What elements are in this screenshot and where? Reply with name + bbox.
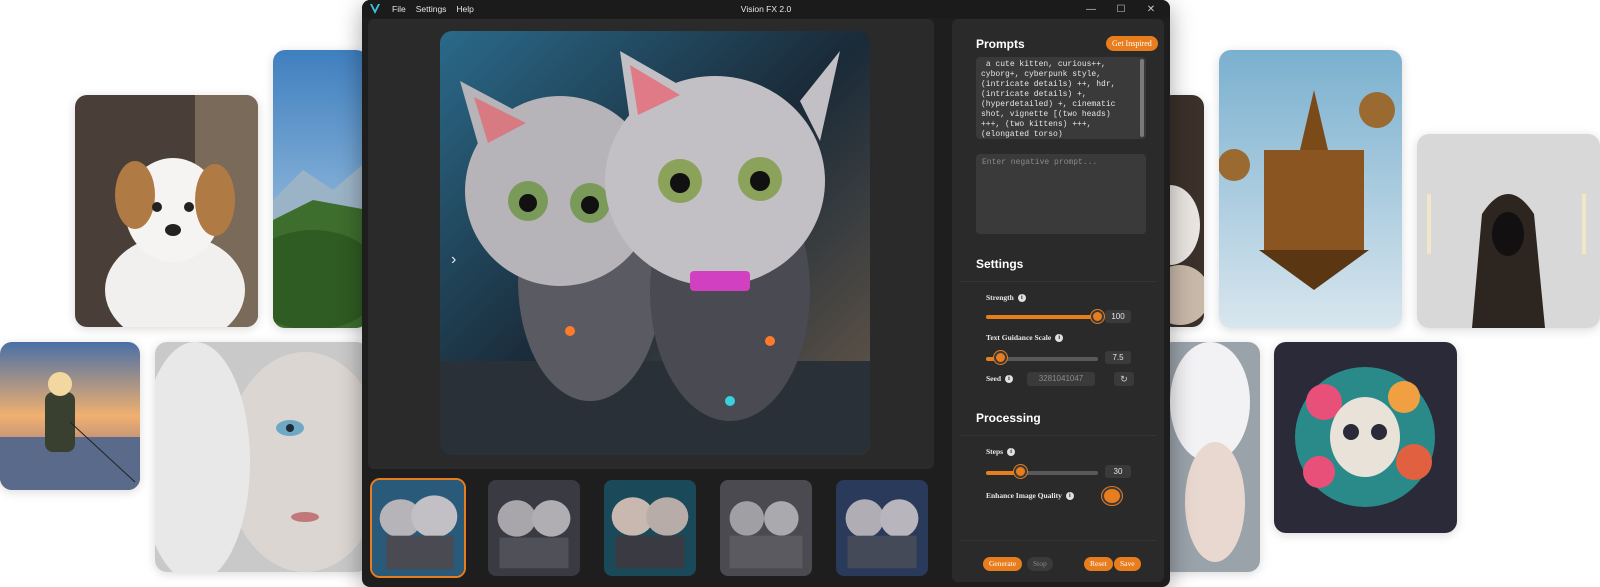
anime-white-hair-image	[1160, 342, 1260, 572]
generated-image	[440, 31, 870, 455]
generate-button[interactable]: Generate	[983, 557, 1023, 571]
get-inspired-button[interactable]: Get Inspired	[1106, 36, 1158, 51]
strength-value[interactable]: 100	[1105, 310, 1131, 323]
info-icon[interactable]: i	[1005, 374, 1013, 383]
settings-heading: Settings	[976, 257, 1024, 271]
window-title: Vision FX 2.0	[740, 4, 792, 14]
minimize-icon[interactable]: —	[1076, 4, 1106, 15]
guidance-label: Text Guidance Scale i	[986, 333, 1064, 342]
menu-help[interactable]: Help	[456, 4, 473, 14]
guidance-label-text: Text Guidance Scale	[986, 333, 1052, 342]
divider	[960, 281, 1156, 282]
close-icon[interactable]: ✕	[1136, 4, 1166, 15]
guidance-value[interactable]: 7.5	[1105, 351, 1131, 364]
app-window: File Settings Help Vision FX 2.0 — ☐ ✕ ›…	[362, 0, 1170, 587]
steps-value[interactable]: 30	[1105, 465, 1131, 478]
maximize-icon[interactable]: ☐	[1106, 4, 1136, 15]
app-logo-icon	[370, 4, 380, 14]
steps-slider-handle[interactable]	[1014, 465, 1027, 478]
thumbnail-strip	[370, 478, 932, 580]
portrait-woman-image	[155, 342, 368, 572]
info-icon[interactable]: i	[1017, 293, 1026, 302]
strength-slider[interactable]	[986, 315, 1098, 319]
puppy-image	[75, 95, 258, 327]
guidance-slider-handle[interactable]	[994, 351, 1007, 364]
refresh-seed-icon[interactable]: ↻	[1114, 372, 1134, 386]
info-icon[interactable]: i	[1055, 333, 1064, 342]
window-controls: — ☐ ✕	[1076, 0, 1166, 18]
steps-label: Steps i	[986, 447, 1016, 456]
thumbnail-3[interactable]	[602, 478, 698, 578]
enhance-toggle[interactable]	[1102, 487, 1122, 505]
floral-skull-image	[1274, 342, 1457, 533]
prompt-scrollbar[interactable]	[1140, 59, 1144, 137]
strength-label: Strength i	[986, 293, 1026, 302]
save-button[interactable]: Save	[1114, 557, 1141, 571]
settings-panel: Prompts Get Inspired a cute kitten, curi…	[952, 19, 1164, 582]
thumbnail-4[interactable]	[718, 478, 814, 578]
menu-file[interactable]: File	[392, 4, 406, 14]
menu-settings[interactable]: Settings	[416, 4, 447, 14]
enhance-label: Enhance Image Quality i	[986, 491, 1074, 500]
negative-prompt-input[interactable]: Enter negative prompt...	[976, 154, 1146, 234]
seed-label-text: Seed	[986, 374, 1001, 383]
processing-heading: Processing	[976, 411, 1041, 425]
seed-label: Seed i	[986, 374, 1013, 383]
reset-button[interactable]: Reset	[1084, 557, 1113, 571]
stop-button[interactable]: Stop	[1027, 557, 1053, 571]
hooded-figure-image	[1417, 134, 1600, 328]
divider	[960, 540, 1156, 541]
title-bar: File Settings Help Vision FX 2.0 — ☐ ✕	[362, 0, 1170, 18]
mountain-image	[273, 50, 368, 328]
preview-panel: ›	[368, 19, 934, 469]
strength-fill	[986, 315, 1098, 319]
fantasy-castle-image	[1219, 50, 1402, 328]
showcase-stage: File Settings Help Vision FX 2.0 — ☐ ✕ ›…	[0, 0, 1600, 587]
steps-label-text: Steps	[986, 447, 1004, 456]
prompts-heading: Prompts	[976, 37, 1025, 51]
prompt-input[interactable]: a cute kitten, curious++, cyborg+, cyber…	[976, 57, 1146, 139]
seed-input[interactable]: 3281041047	[1027, 372, 1095, 386]
info-icon[interactable]: i	[1007, 447, 1016, 456]
enhance-label-text: Enhance Image Quality	[986, 491, 1062, 500]
strength-label-text: Strength	[986, 293, 1014, 302]
thumbnail-1[interactable]	[370, 478, 466, 578]
next-image-icon[interactable]: ›	[451, 251, 456, 269]
steps-slider[interactable]	[986, 471, 1098, 475]
menu-bar: File Settings Help	[392, 4, 474, 14]
strength-slider-handle[interactable]	[1091, 310, 1104, 323]
thumbnail-5[interactable]	[834, 478, 930, 578]
divider	[960, 435, 1156, 436]
thumbnail-2[interactable]	[486, 478, 582, 578]
anime-fishing-girl-image	[0, 342, 140, 490]
info-icon[interactable]: i	[1065, 491, 1074, 500]
